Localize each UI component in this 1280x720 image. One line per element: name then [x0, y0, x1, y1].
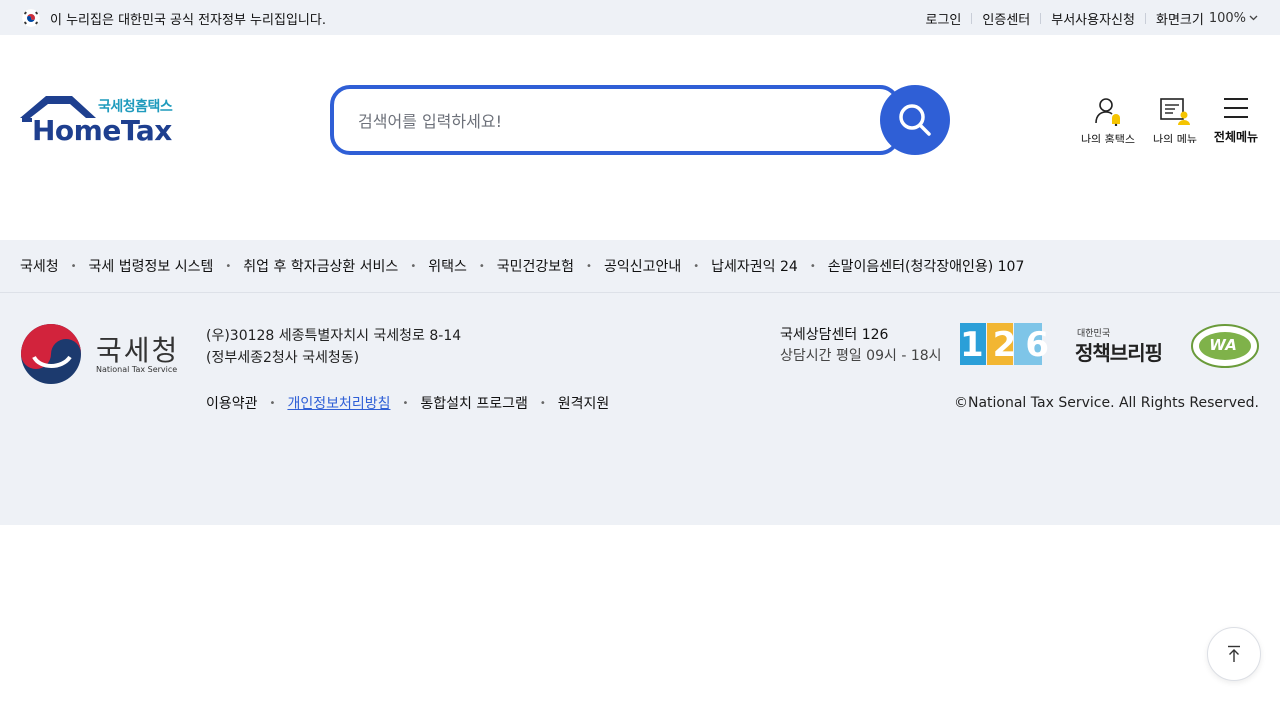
related-site-link[interactable]: 위택스 — [428, 256, 467, 276]
policy-briefing-logo[interactable]: 대한민국 정책브리핑 — [1075, 326, 1167, 365]
menu-document-icon — [1160, 98, 1190, 125]
nts-logo-korean: 국세청 — [96, 334, 180, 367]
hamburger-menu-icon — [1224, 98, 1248, 118]
bullet-separator: • — [402, 397, 409, 409]
copyright-text: ©National Tax Service. All Rights Reserv… — [953, 395, 1259, 411]
bullet-separator: • — [693, 260, 700, 272]
gov-notice-text: 이 누리집은 대한민국 공식 전자정부 누리집입니다. — [50, 13, 326, 28]
all-menu-label: 전체메뉴 — [1213, 130, 1259, 144]
zoom-label: 화면크기 — [1155, 13, 1204, 28]
wa-text: WA — [1209, 336, 1237, 354]
related-site-link[interactable]: 납세자권익 24 — [711, 256, 798, 276]
nts-logo: 국세청 National Tax Service — [20, 323, 180, 385]
search-input[interactable] — [358, 107, 858, 135]
bullet-separator: • — [410, 260, 417, 272]
nts-logo-english: National Tax Service — [96, 365, 178, 374]
divider — [1144, 13, 1146, 24]
arrow-up-icon — [1228, 645, 1240, 662]
badge-126-text: 126 — [960, 325, 1058, 365]
call-center-info: 국세상담센터 126 상담시간 평일 09시 - 18시 — [780, 325, 942, 367]
divider — [971, 13, 973, 24]
privacy-policy-link[interactable]: 개인정보처리방침 — [287, 393, 390, 413]
divider — [1040, 13, 1042, 24]
terms-link[interactable]: 이용약관 — [206, 393, 258, 413]
related-site-link[interactable]: 국세청 — [20, 256, 59, 276]
badge-126-logo[interactable]: 126 — [960, 323, 1058, 365]
related-site-link[interactable]: 공익신고안내 — [604, 256, 681, 276]
address-block: (우)30128 세종특별자치시 국세청로 8-14 (정부세종2청사 국세청동… — [206, 325, 461, 369]
user-bell-icon — [1095, 98, 1120, 127]
related-site-link[interactable]: 국세 법령정보 시스템 — [89, 256, 214, 276]
related-sites-bar: 국세청 • 국세 법령정보 시스템 • 취업 후 학자금상환 서비스 • 위택스… — [0, 240, 1280, 293]
bullet-separator: • — [269, 397, 276, 409]
bullet-separator: • — [809, 260, 816, 272]
related-site-link[interactable]: 손말이음센터(청각장애인용) 107 — [828, 256, 1025, 276]
my-menu-button[interactable]: 나의 메뉴 — [1145, 96, 1205, 148]
korea-flag-icon — [22, 9, 40, 27]
gov-notice-bar: 이 누리집은 대한민국 공식 전자정부 누리집입니다. 로그인 인증센터 부서사… — [0, 0, 1280, 35]
call-center-hours: 상담시간 평일 09시 - 18시 — [780, 348, 942, 364]
hometax-logo[interactable]: 국세청홈택스 HomeTax — [20, 96, 180, 148]
zoom-control[interactable]: 화면크기 100% — [1156, 9, 1258, 28]
web-accessibility-badge[interactable]: WA — [1190, 323, 1260, 369]
all-menu-button[interactable]: 전체메뉴 — [1206, 96, 1266, 148]
address-line: (정부세종2청사 국세청동) — [206, 350, 360, 366]
search-box — [330, 85, 900, 155]
briefing-title: 정책브리핑 — [1075, 341, 1163, 365]
address-line: (우)30128 세종특별자치시 국세청로 8-14 — [206, 328, 462, 344]
cert-center-link[interactable]: 인증센터 — [982, 9, 1030, 28]
logo-subtitle: 국세청홈택스 — [98, 99, 173, 115]
bullet-separator: • — [539, 397, 546, 409]
bullet-separator: • — [225, 260, 232, 272]
search-button[interactable] — [880, 85, 950, 155]
login-link[interactable]: 로그인 — [926, 9, 962, 28]
remote-support-link[interactable]: 원격지원 — [558, 393, 610, 413]
my-hometax-label: 나의 홈택스 — [1080, 133, 1136, 143]
search-icon — [899, 104, 931, 136]
bullet-separator: • — [586, 260, 592, 272]
related-site-link[interactable]: 취업 후 학자금상환 서비스 — [243, 256, 398, 276]
bullet-separator: • — [70, 260, 77, 272]
my-menu-label: 나의 메뉴 — [1153, 133, 1197, 143]
nts-emblem-icon — [21, 324, 81, 384]
call-center-title: 국세상담센터 126 — [780, 327, 889, 343]
dept-user-apply-link[interactable]: 부서사용자신청 — [1051, 9, 1135, 28]
scroll-to-top-button[interactable] — [1207, 627, 1261, 681]
footer: 국세청 • 국세 법령정보 시스템 • 취업 후 학자금상환 서비스 • 위택스… — [0, 240, 1280, 525]
bullet-separator: • — [478, 260, 485, 272]
zoom-value: 100% — [1208, 11, 1246, 26]
top-utility-links: 로그인 인증센터 부서사용자신청 화면크기 100% — [926, 9, 1258, 28]
related-site-link[interactable]: 국민건강보험 — [497, 256, 574, 276]
logo-title: HomeTax — [32, 114, 172, 147]
chevron-down-icon — [1249, 13, 1258, 24]
my-hometax-button[interactable]: 나의 홈택스 — [1078, 96, 1138, 148]
install-program-link[interactable]: 통합설치 프로그램 — [420, 393, 528, 413]
footer-links: 이용약관 • 개인정보처리방침 • 통합설치 프로그램 • 원격지원 — [206, 393, 609, 413]
